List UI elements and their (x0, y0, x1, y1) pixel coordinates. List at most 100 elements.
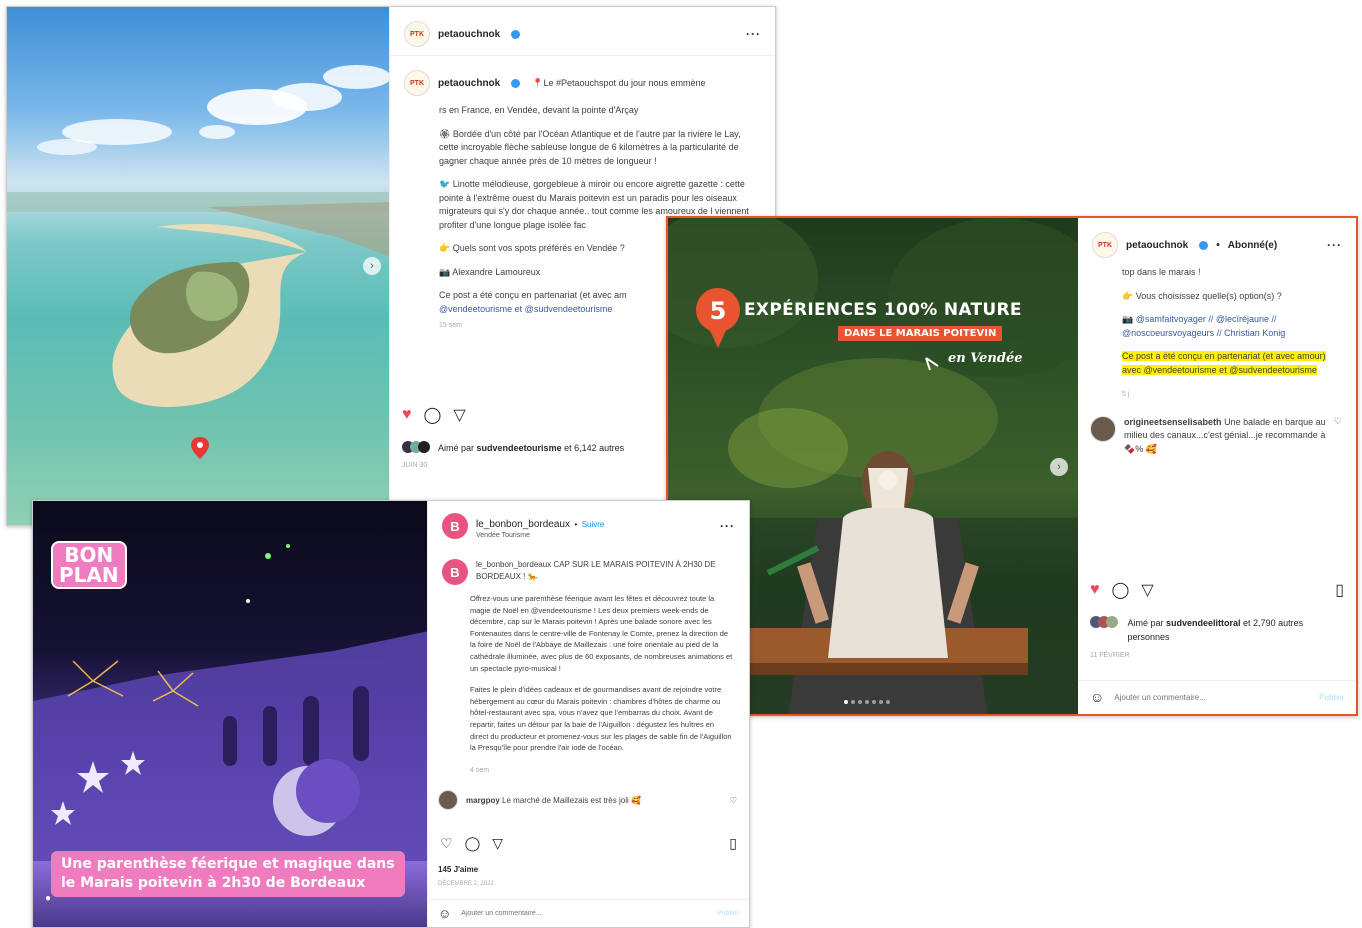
avatar[interactable]: PTK (1092, 232, 1118, 258)
comment-bar: ☺ Publier (428, 899, 749, 927)
carousel-next-icon[interactable]: › (363, 257, 381, 275)
username[interactable]: petaouchnok (1126, 240, 1188, 251)
comment: margpoy Le marché de Maillezais est très… (428, 786, 749, 811)
caption-time: 4 sem (470, 766, 490, 774)
title-banner: Une parenthèse féerique et magique dans … (51, 851, 405, 897)
username[interactable]: le_bonbon_bordeaux (476, 519, 570, 530)
bon-plan-badge: BON PLAN (51, 541, 127, 589)
comment-input[interactable] (461, 910, 708, 917)
action-bar: ♡ ◯ ▽ ▯ (428, 835, 749, 852)
banner-line: le Marais poitevin à 2h30 de Bordeaux (61, 875, 366, 891)
post-date: 11 FÉVRIER (1090, 652, 1130, 659)
caption-body: top dans le marais ! 👉 Vous choisissez q… (1078, 266, 1356, 402)
comment-like-icon[interactable]: ♡ (1334, 416, 1342, 457)
more-options-icon[interactable]: ··· (720, 519, 735, 533)
post-card-pointe-arcay: › PTK petaouchnok ··· PTK petaouchnok 📍L… (6, 6, 776, 526)
like-heart-icon[interactable]: ♡ (440, 835, 453, 852)
more-options-icon[interactable]: ··· (746, 27, 761, 41)
likes-count[interactable]: 145 J'aime (438, 865, 478, 874)
partnership-text: Ce post a été conçu en partenariat (et a… (439, 290, 627, 300)
avatar[interactable]: PTK (404, 70, 430, 96)
comment-icon[interactable]: ◯ (424, 405, 442, 425)
verified-badge-icon (511, 78, 521, 88)
share-icon[interactable]: ▽ (1141, 580, 1153, 600)
comment-like-icon[interactable]: ♡ (730, 796, 737, 805)
more-options-icon[interactable]: ··· (1327, 238, 1342, 252)
likes-line: Aimé par sudvendeelittoral et 2,790 autr… (1078, 610, 1356, 644)
follow-status[interactable]: Abonné(e) (1228, 240, 1277, 251)
post-side-panel: PTK petaouchnok • Abonné(e) ··· top dans… (1078, 218, 1356, 714)
verified-badge-icon (1199, 240, 1209, 250)
post-header: PTK petaouchnok ··· (390, 7, 775, 56)
publish-button[interactable]: Publier (717, 910, 739, 917)
post-card-bon-plan: BON PLAN Une parenthèse féerique et magi… (32, 500, 750, 928)
headline: EXPÉRIENCES 100% NATURE (744, 300, 1022, 320)
caption-body: Offrez-vous une parenthèse féerique avan… (428, 593, 749, 776)
comment-input[interactable] (1114, 692, 1310, 702)
caption-line: top dans le marais ! (1122, 267, 1201, 277)
username[interactable]: petaouchnok (438, 29, 500, 40)
emoji-icon[interactable]: ☺ (438, 906, 451, 921)
share-icon[interactable]: ▽ (492, 835, 503, 852)
avatar[interactable] (1090, 415, 1116, 442)
post-header: B le_bonbon_bordeaux • Suivre Vendée Tou… (428, 501, 749, 547)
caption-paragraph: Offrez-vous une parenthèse féerique avan… (470, 594, 733, 673)
liked-by-user[interactable]: sudvendeelittoral (1166, 618, 1241, 628)
liked-by-user[interactable]: sudvendeetourisme (477, 443, 562, 453)
liked-avatars (402, 441, 436, 453)
comment-icon[interactable]: ◯ (1112, 580, 1130, 600)
post-time: 15 sem (439, 322, 462, 329)
avatar[interactable] (438, 790, 458, 811)
avatar[interactable]: PTK (404, 21, 430, 47)
bookmark-icon[interactable]: ▯ (1335, 580, 1344, 600)
carousel-next-icon[interactable]: › (1050, 458, 1068, 476)
photo-credits[interactable]: 📷 @samfaitvoyager // @lecïréjaune // @no… (1122, 313, 1338, 340)
comment-username[interactable]: margpoy (466, 796, 500, 805)
comment-icon[interactable]: ◯ (465, 835, 481, 852)
post-side-panel: B le_bonbon_bordeaux • Suivre Vendée Tou… (427, 501, 749, 927)
caption-header: PTK petaouchnok 📍Le #Petaouchspot du jou… (390, 56, 775, 104)
subheadline: DANS LE MARAIS POITEVIN (838, 326, 1003, 341)
caption-header: B le_bonbon_bordeaux CAP SUR LE MARAIS P… (428, 547, 749, 593)
post-header: PTK petaouchnok • Abonné(e) ··· (1078, 218, 1356, 266)
like-heart-icon[interactable]: ♥ (402, 406, 412, 424)
liked-by-rest[interactable]: et 6,142 autres (564, 443, 624, 453)
bonbon-logo-avatar[interactable]: B (442, 513, 468, 539)
caption-time: 5 j (1122, 391, 1130, 398)
emoji-icon[interactable]: ☺ (1090, 689, 1104, 705)
caption-paragraph: Faites le plein d'idées cadeaux et de go… (470, 685, 732, 753)
action-bar: ♥ ◯ ▽ ▯ (1078, 580, 1356, 600)
partners-links[interactable]: @vendeetourisme et @sudvendeetourisme (439, 304, 612, 314)
separator-dot: • (574, 519, 578, 529)
badge-line: BON (64, 543, 114, 567)
caption-paragraph: 🏵 Bordée d'un côté par l'Océan Atlantiqu… (439, 128, 741, 166)
verified-badge-icon (511, 29, 521, 39)
subtitle: Vendée Tourisme (476, 531, 530, 539)
badge-number: 5 (709, 297, 727, 325)
comment-username[interactable]: origineetsenselisabeth (1124, 417, 1222, 427)
tagged-user-icon[interactable]: ● (45, 893, 51, 904)
bonbon-logo-avatar[interactable]: B (442, 559, 468, 585)
liked-avatars (1090, 616, 1121, 628)
aerial-coast-illustration (7, 65, 391, 459)
share-icon[interactable]: ▽ (453, 405, 465, 425)
post-image-aerial-coast[interactable]: › (7, 7, 391, 525)
bookmark-icon[interactable]: ▯ (729, 835, 737, 852)
comment-bar: ☺ Publier (1078, 680, 1356, 713)
comment-body: margpoy Le marché de Maillezais est très… (466, 796, 641, 805)
comment-body: origineetsenselisabeth Une balade en bar… (1124, 416, 1326, 457)
caption-username[interactable]: petaouchnok (438, 78, 500, 89)
liked-by-prefix: Aimé par (438, 443, 475, 453)
badge-line: PLAN (59, 563, 119, 587)
follow-button[interactable]: Suivre (582, 520, 605, 529)
caption-username[interactable]: le_bonbon_bordeaux (476, 560, 551, 569)
like-heart-icon[interactable]: ♥ (1090, 581, 1100, 599)
caption-line: 👉 Vous choisissez quelle(s) option(s) ? (1122, 290, 1282, 301)
location-script: en Vendée (948, 351, 1023, 366)
post-date: JUIN 30 (402, 462, 428, 469)
post-card-marais-nature: 5 EXPÉRIENCES 100% NATURE DANS LE MARAIS… (666, 216, 1358, 716)
publish-button[interactable]: Publier (1319, 693, 1344, 702)
post-image-abbey-lights[interactable]: BON PLAN Une parenthèse féerique et magi… (33, 501, 429, 927)
comment-text: Le marché de Maillezais est très joli 🥰 (502, 795, 641, 805)
banner-line: Une parenthèse féerique et magique dans (61, 856, 395, 872)
